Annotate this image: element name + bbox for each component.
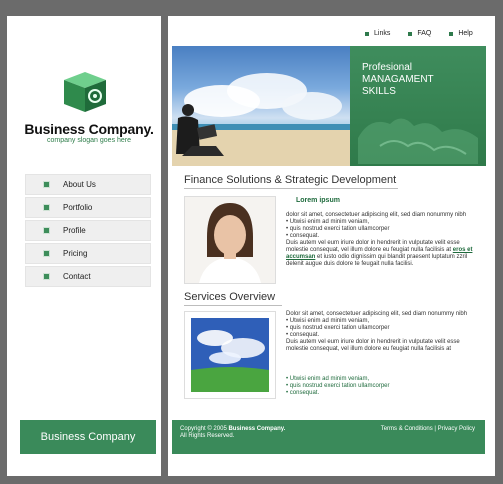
- nav-item-label: Profile: [63, 226, 86, 235]
- list-item: • quis nostrud exerci tation ullamcorper: [286, 325, 390, 331]
- section2-green-list: • Utwisi enim ad minim veniam, • quis no…: [286, 376, 482, 397]
- square-bullet-icon: [408, 31, 413, 36]
- section2-body: Dolor sit amet, consectetuer adipiscing …: [286, 311, 482, 353]
- list-item: • consequat.: [286, 390, 320, 396]
- column-divider: [161, 16, 168, 476]
- nav-item-profile[interactable]: Profile: [25, 220, 151, 241]
- paragraph: Dolor sit amet, consectetuer adipiscing …: [286, 311, 468, 317]
- banner-caption: Profesional MANAGAMENT SKILLS: [172, 46, 486, 166]
- top-links: Links FAQ Help: [365, 30, 491, 37]
- list-item: • Utwisi enim ad minim veniam,: [286, 376, 370, 382]
- nav-item-contact[interactable]: Contact: [25, 266, 151, 287]
- banner-title: Profesional MANAGAMENT SKILLS: [362, 62, 434, 98]
- banner-line1: Profesional: [362, 62, 413, 73]
- landscape-thumbnail: [184, 311, 276, 399]
- section-subtitle: Lorem ipsum: [296, 197, 340, 204]
- sidebar-nav: About Us Portfolio Profile Pricing Conta…: [25, 174, 151, 289]
- woman-portrait-image: [185, 197, 275, 283]
- list-item: • consequat.: [286, 332, 320, 338]
- list-item: • quis nostrud exerci tation ullamcorper: [286, 383, 390, 389]
- top-link-label: Links: [374, 30, 391, 37]
- square-bullet-icon: [449, 31, 454, 36]
- list-item: • Utwisi enim ad minim veniam,: [286, 219, 370, 225]
- top-link-help[interactable]: Help: [449, 30, 473, 37]
- square-bullet-icon: [365, 31, 369, 36]
- nav-item-label: Portfolio: [63, 203, 93, 212]
- bullet-icon: [43, 181, 50, 188]
- bullet-icon: [43, 227, 50, 234]
- sky-field-image: [191, 318, 269, 392]
- footer-separator: |: [434, 426, 436, 432]
- top-link-faq[interactable]: FAQ: [408, 30, 431, 37]
- bullet-icon: [43, 250, 50, 257]
- portrait-thumbnail: [184, 196, 276, 284]
- nav-item-label: About Us: [63, 180, 96, 189]
- section-divider: [184, 188, 398, 189]
- section1-body: dolor sit amet, consectetuer adipiscing …: [286, 212, 482, 268]
- top-link-label: FAQ: [417, 30, 432, 37]
- nav-item-about-us[interactable]: About Us: [25, 174, 151, 195]
- nav-item-pricing[interactable]: Pricing: [25, 243, 151, 264]
- list-item: • consequat.: [286, 233, 320, 239]
- list-item: • Utwisi enim ad minim veniam,: [286, 318, 370, 324]
- brand-name: Business Company.: [24, 121, 154, 137]
- top-link-label: Help: [458, 30, 473, 37]
- nav-item-label: Contact: [63, 272, 91, 281]
- bullet-icon: [43, 273, 50, 280]
- banner-line2: MANAGAMENT: [362, 74, 434, 85]
- list-item: • quis nostrud exerci tation ullamcorper: [286, 226, 390, 232]
- section-divider: [184, 305, 282, 306]
- brand-slogan: company slogan goes here: [46, 137, 132, 144]
- paragraph: Duis autem vel eum iriure dolor in hendr…: [286, 240, 473, 267]
- section-title-finance: Finance Solutions & Strategic Developmen…: [184, 174, 397, 186]
- copyright: Copyright © 2005 Business Company. All R…: [180, 426, 286, 439]
- top-link-links[interactable]: Links: [365, 30, 390, 37]
- privacy-link[interactable]: Privacy Policy: [438, 426, 475, 432]
- paragraph: Duis autem vel eum iriure dolor in hendr…: [286, 339, 460, 352]
- paragraph: dolor sit amet, consectetuer adipiscing …: [286, 212, 467, 218]
- left-footer-banner: Business Company: [20, 420, 156, 454]
- nav-item-label: Pricing: [63, 249, 88, 258]
- footer: Copyright © 2005 Business Company. All R…: [172, 420, 485, 454]
- section-title-services: Services Overview: [184, 291, 276, 303]
- terms-link[interactable]: Terms & Conditions: [381, 426, 433, 432]
- nav-item-portfolio[interactable]: Portfolio: [25, 197, 151, 218]
- logo-cube-icon: [64, 72, 106, 112]
- banner-line3: SKILLS: [362, 86, 396, 97]
- footer-links: Terms & Conditions | Privacy Policy: [381, 426, 475, 432]
- bullet-icon: [43, 204, 50, 211]
